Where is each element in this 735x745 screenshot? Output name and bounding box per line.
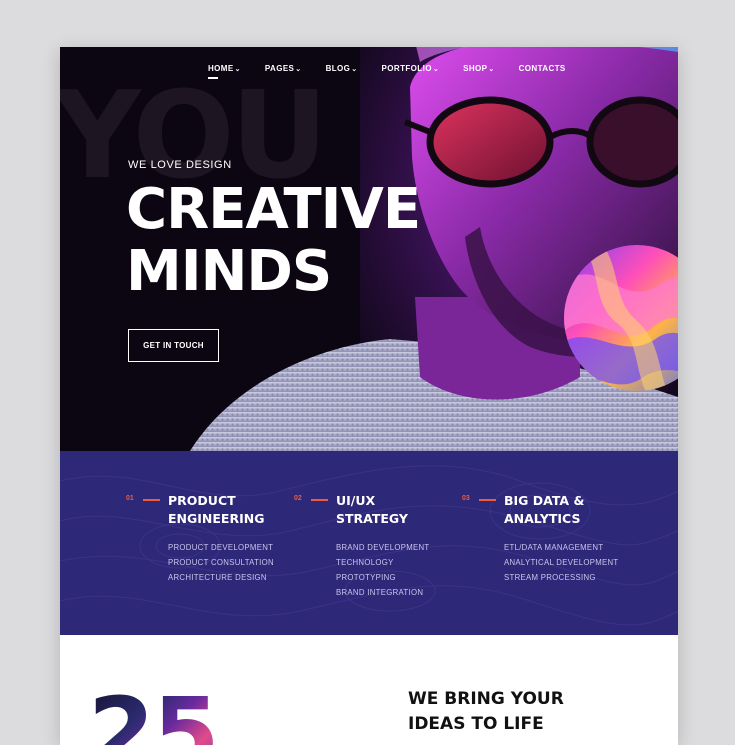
list-item[interactable]: ANALYTICAL DEVELOPMENT bbox=[504, 555, 618, 570]
about-tagline: WE BRING YOUR IDEAS TO LIFE bbox=[408, 687, 564, 737]
nav-item-label: BLOG bbox=[325, 64, 351, 73]
divider bbox=[311, 499, 328, 501]
service-title-line: UI/UX bbox=[336, 493, 376, 508]
hero-section: YOU HOME ⌄ PAGES ⌄ BLOG ⌄ PORTFOLIO ⌄ SH… bbox=[60, 47, 678, 451]
divider bbox=[479, 499, 496, 501]
hero-eyebrow: WE LOVE DESIGN bbox=[128, 159, 232, 171]
tagline-line-1: WE BRING YOUR bbox=[408, 689, 564, 709]
service-list: PRODUCT DEVELOPMENT PRODUCT CONSULTATION… bbox=[168, 540, 274, 585]
chevron-down-icon: ⌄ bbox=[488, 65, 495, 73]
nav-item-home[interactable]: HOME ⌄ bbox=[208, 64, 241, 79]
chevron-down-icon: ⌄ bbox=[432, 65, 440, 73]
main-nav: HOME ⌄ PAGES ⌄ BLOG ⌄ PORTFOLIO ⌄ SHOP ⌄… bbox=[208, 64, 590, 79]
headline-line-2: MINDS bbox=[126, 239, 332, 304]
tagline-line-2: IDEAS TO LIFE bbox=[408, 714, 544, 734]
list-item[interactable]: BRAND INTEGRATION bbox=[336, 585, 429, 600]
service-title: UI/UX STRATEGY bbox=[336, 492, 476, 528]
list-item[interactable]: ETL/DATA MANAGEMENT bbox=[504, 540, 618, 555]
nav-item-label: HOME bbox=[208, 64, 234, 73]
list-item[interactable]: STREAM PROCESSING bbox=[504, 570, 618, 585]
service-number: 01 bbox=[126, 495, 134, 502]
nav-item-label: PORTFOLIO bbox=[381, 64, 432, 73]
service-title: PRODUCT ENGINEERING bbox=[168, 492, 308, 528]
service-list: ETL/DATA MANAGEMENT ANALYTICAL DEVELOPME… bbox=[504, 540, 618, 585]
service-list: BRAND DEVELOPMENT TECHNOLOGY PROTOTYPING… bbox=[336, 540, 429, 600]
nav-item-blog[interactable]: BLOG ⌄ bbox=[326, 64, 358, 73]
service-title-line: PRODUCT bbox=[168, 493, 236, 508]
hero-headline: CREATIVE MINDS bbox=[126, 177, 421, 304]
services-section: 01 PRODUCT ENGINEERING PRODUCT DEVELOPME… bbox=[60, 451, 678, 635]
headline-line-1: CREATIVE bbox=[126, 177, 421, 242]
years-number: 25 bbox=[88, 685, 220, 745]
nav-item-label: SHOP bbox=[463, 64, 488, 73]
list-item[interactable]: PROTOTYPING bbox=[336, 570, 429, 585]
list-item[interactable]: BRAND DEVELOPMENT bbox=[336, 540, 429, 555]
nav-item-contacts[interactable]: CONTACTS bbox=[519, 64, 566, 73]
list-item[interactable]: PRODUCT CONSULTATION bbox=[168, 555, 274, 570]
chevron-down-icon: ⌄ bbox=[351, 65, 358, 73]
service-title-line: STRATEGY bbox=[336, 511, 408, 526]
service-number: 02 bbox=[294, 495, 302, 502]
nav-item-pages[interactable]: PAGES ⌄ bbox=[265, 64, 302, 73]
get-in-touch-button[interactable]: GET IN TOUCH bbox=[128, 329, 219, 362]
service-title: BIG DATA & ANALYTICS bbox=[504, 492, 644, 528]
service-title-line: ANALYTICS bbox=[504, 511, 581, 526]
list-item[interactable]: ARCHITECTURE DESIGN bbox=[168, 570, 274, 585]
nav-item-label: PAGES bbox=[264, 64, 295, 73]
nav-item-shop[interactable]: SHOP ⌄ bbox=[463, 64, 495, 73]
chevron-down-icon: ⌄ bbox=[295, 65, 302, 73]
list-item[interactable]: TECHNOLOGY bbox=[336, 555, 429, 570]
divider bbox=[143, 499, 160, 501]
list-item[interactable]: PRODUCT DEVELOPMENT bbox=[168, 540, 274, 555]
service-number: 03 bbox=[462, 495, 470, 502]
abstract-swirl-image bbox=[564, 245, 678, 391]
landing-page: YOU HOME ⌄ PAGES ⌄ BLOG ⌄ PORTFOLIO ⌄ SH… bbox=[60, 47, 678, 745]
nav-item-portfolio[interactable]: PORTFOLIO ⌄ bbox=[382, 64, 440, 73]
chevron-down-icon: ⌄ bbox=[234, 65, 241, 73]
service-title-line: ENGINEERING bbox=[168, 511, 265, 526]
about-section: 25 WE BRING YOUR IDEAS TO LIFE bbox=[60, 635, 678, 745]
nav-item-label: CONTACTS bbox=[518, 64, 566, 73]
service-title-line: BIG DATA & bbox=[504, 493, 585, 508]
